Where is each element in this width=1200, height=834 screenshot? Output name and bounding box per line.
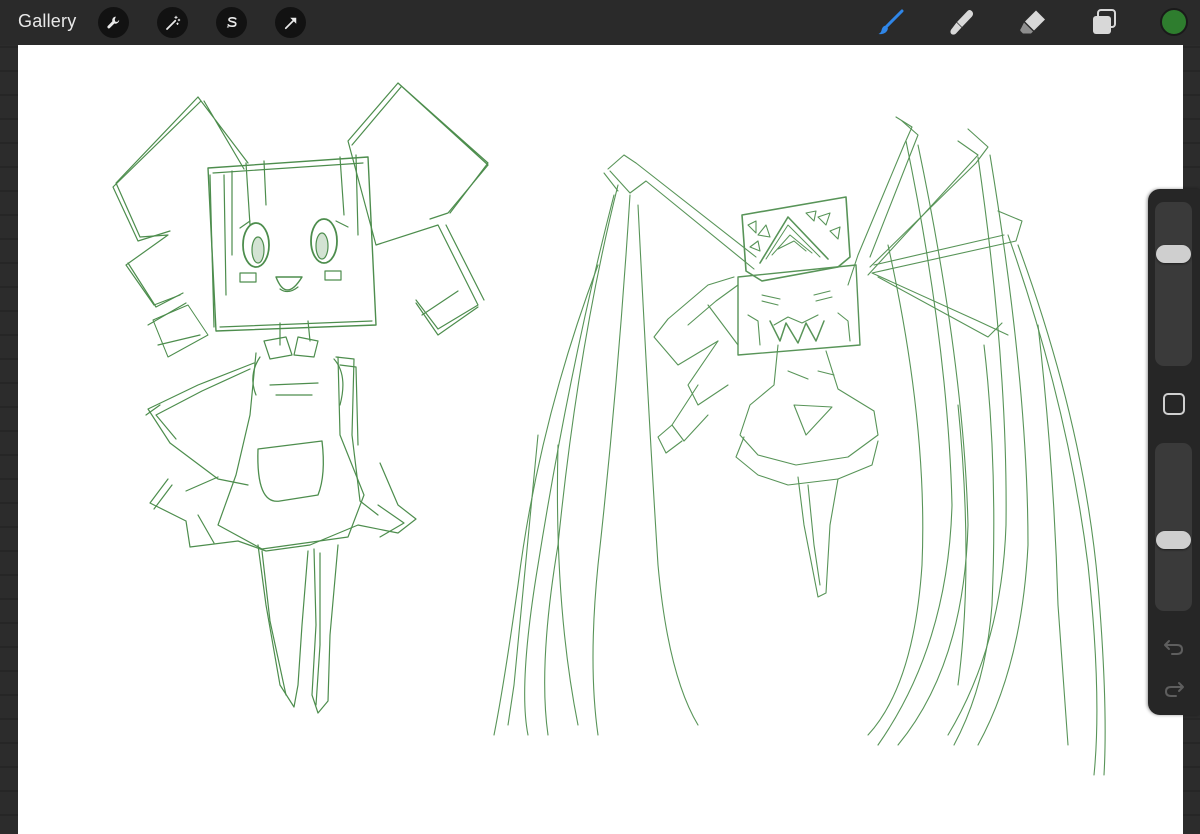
brush-icon [878,9,904,35]
top-toolbar: Gallery [0,0,1200,45]
adjustments-button[interactable] [157,7,188,38]
smudge-finger-icon [950,9,974,35]
magic-wand-icon [165,15,180,30]
sketch-artwork [112,82,1106,776]
eraser-icon [1020,10,1045,34]
redo-button[interactable] [1161,677,1187,701]
layers-icon [1093,9,1116,34]
gallery-button[interactable]: Gallery [18,11,76,32]
opacity-slider[interactable] [1155,443,1192,611]
transform-button[interactable] [275,7,306,38]
smudge-tool-button[interactable] [945,5,979,39]
eraser-tool-button[interactable] [1016,5,1050,39]
selection-s-icon [226,16,237,27]
brush-size-slider-thumb[interactable] [1156,244,1191,263]
layers-tool-button[interactable] [1087,5,1121,39]
arrow-cursor-icon [284,17,296,29]
current-color-swatch[interactable] [1160,8,1188,36]
brush-tool-button[interactable] [874,5,908,39]
wrench-icon [106,16,119,28]
selection-button[interactable] [216,7,247,38]
left-character-sketch [112,82,489,714]
brush-size-slider[interactable] [1155,202,1192,366]
drawing-canvas[interactable] [18,45,1183,834]
opacity-slider-thumb[interactable] [1156,530,1191,549]
redo-arrow-icon [1164,682,1184,697]
undo-button[interactable] [1161,635,1187,659]
brush-sidebar [1148,189,1200,715]
modify-button[interactable] [1163,393,1185,415]
undo-arrow-icon [1164,640,1184,655]
actions-button[interactable] [98,7,129,38]
right-character-sketch [493,116,1106,776]
